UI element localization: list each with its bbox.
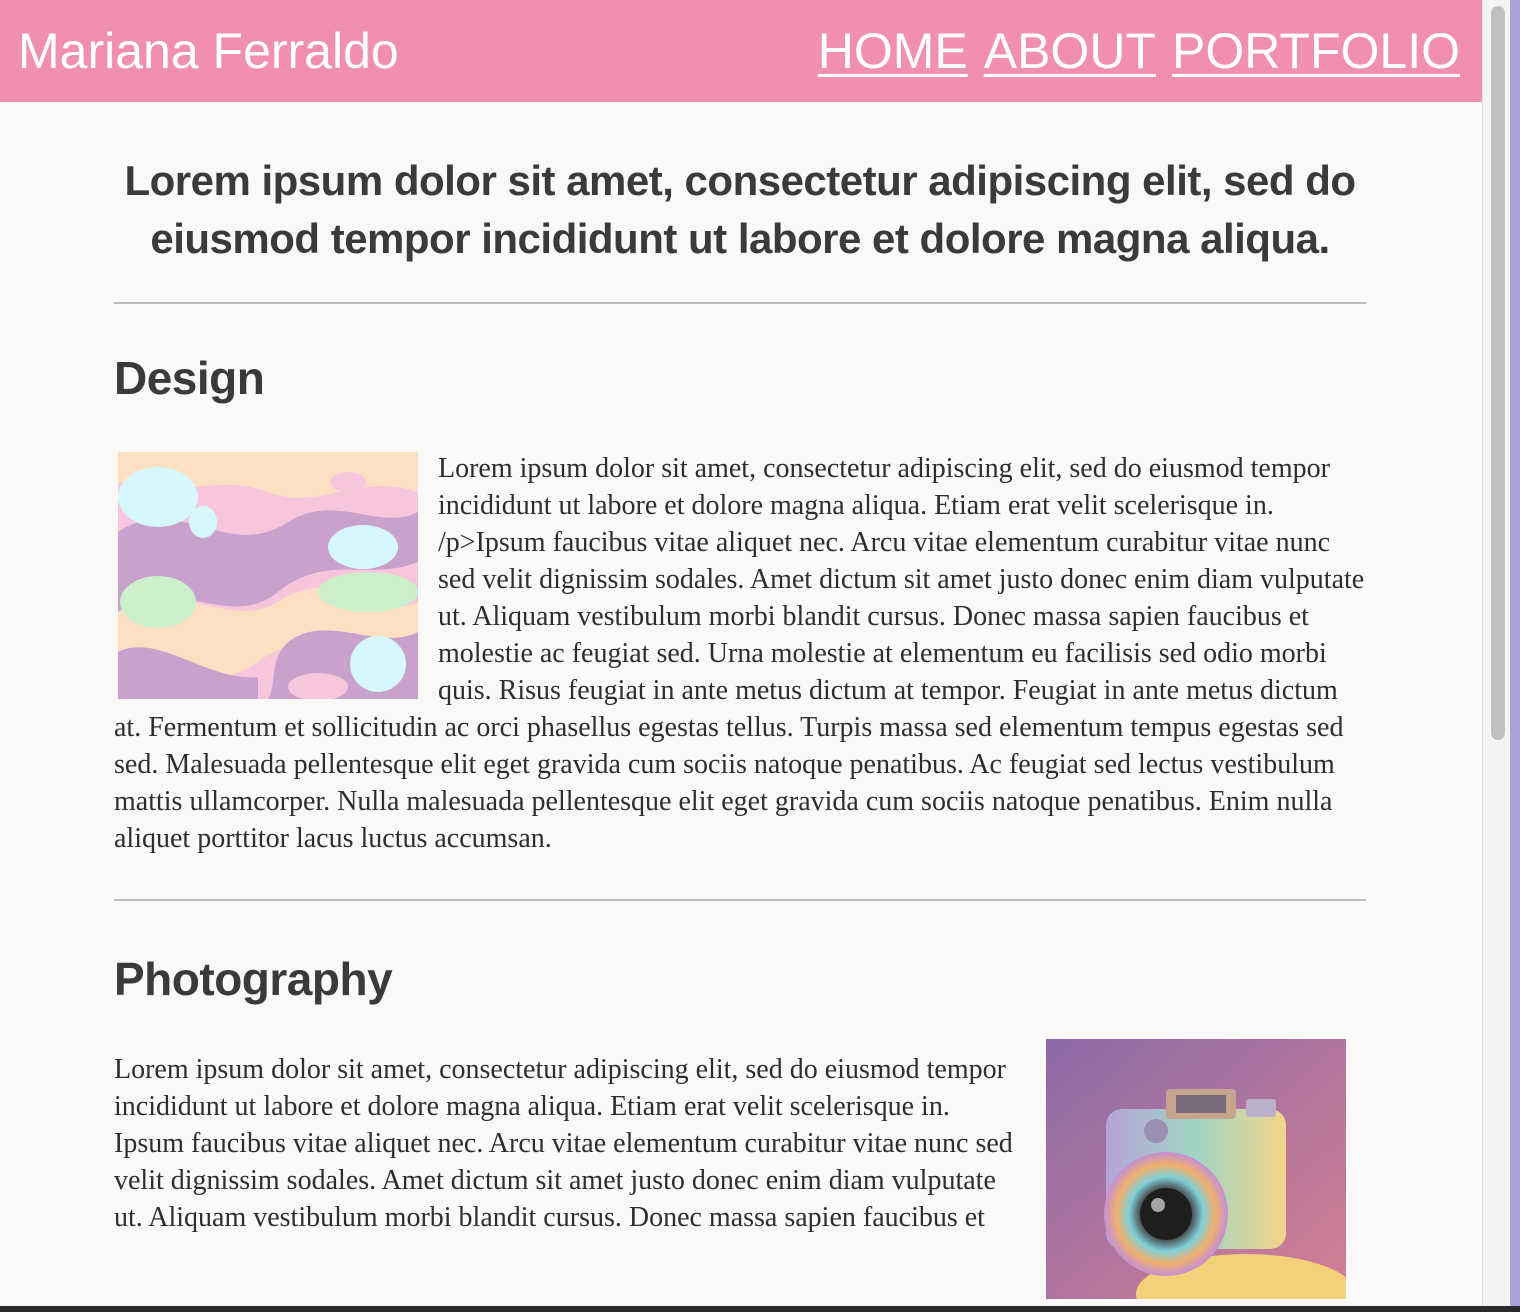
section-divider — [114, 899, 1366, 901]
main-content: Lorem ipsum dolor sit amet, consectetur … — [114, 102, 1366, 1299]
design-image — [118, 452, 418, 699]
design-section-title: Design — [114, 352, 265, 404]
hero-heading: Lorem ipsum dolor sit amet, consectetur … — [124, 157, 1356, 262]
scrollbar-thumb[interactable] — [1491, 6, 1505, 740]
photography-section: Photography Lorem ipsum dolor sit amet, … — [114, 951, 1366, 1299]
main-nav: HOME ABOUT PORTFOLIO — [818, 20, 1460, 82]
photography-section-title: Photography — [114, 953, 393, 1005]
section-divider — [114, 302, 1366, 304]
photography-image — [1046, 1039, 1346, 1299]
site-name: Mariana Ferraldo — [18, 23, 399, 79]
nav-portfolio-link[interactable]: PORTFOLIO — [1172, 20, 1460, 82]
nav-home-link[interactable]: HOME — [818, 20, 968, 82]
window-edge — [1510, 0, 1520, 1312]
design-section: Design Lorem ipsum dolor sit amet, conse… — [114, 350, 1366, 857]
window-bottom-edge — [0, 1306, 1520, 1312]
site-header: Mariana Ferraldo HOME ABOUT PORTFOLIO — [0, 0, 1482, 102]
nav-about-link[interactable]: ABOUT — [984, 20, 1156, 82]
